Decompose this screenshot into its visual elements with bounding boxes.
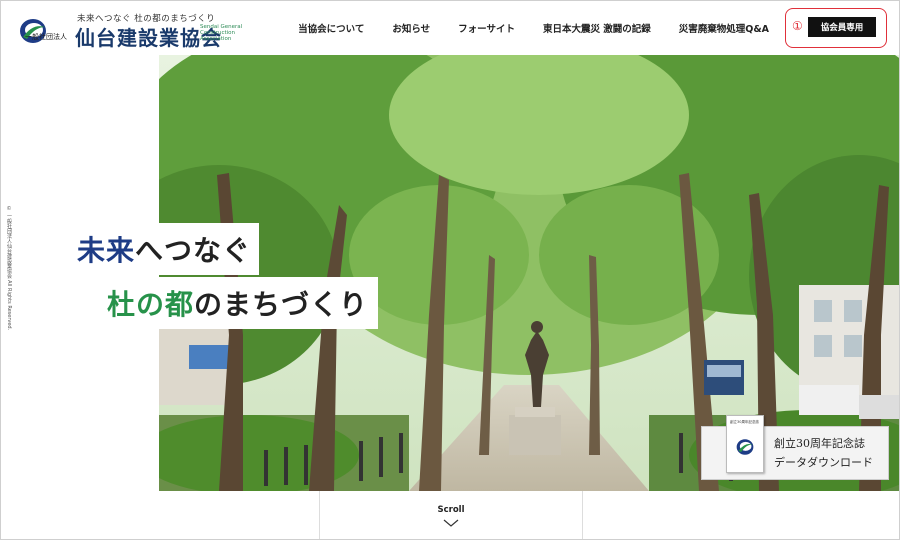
anniversary-book-cover: 創立30周年記念誌 (726, 415, 764, 473)
scroll-indicator[interactable]: Scroll (319, 491, 583, 539)
book-logo-icon (736, 439, 754, 455)
catch-line1-highlight: 未来 (77, 234, 136, 267)
member-highlight-box: ① 協会員専用 (785, 8, 887, 48)
anniversary-download-banner[interactable]: 創立30周年記念誌 創立30周年記念誌 データダウンロード (701, 415, 889, 480)
nav-about[interactable]: 当協会について (298, 21, 364, 35)
site-logo[interactable]: 一般社団法人 未来へつなぐ 杜の都のまちづくり 仙台建設業協会 Sendai G… (19, 11, 242, 50)
logo-english-name: Sendai General Construction Association (200, 24, 243, 42)
hero-catch-line1: 未来へつなぐ (69, 223, 260, 275)
page-frame: 一般社団法人 未来へつなぐ 杜の都のまちづくり 仙台建設業協会 Sendai G… (0, 0, 900, 540)
member-only-button[interactable]: 協会員専用 (808, 17, 876, 37)
nav-earthquake-record[interactable]: 東日本大震災 激闘の記録 (543, 21, 651, 35)
scroll-label: Scroll (437, 505, 465, 515)
hero-catch-line2: 杜の都のまちづくり (99, 277, 379, 329)
copyright-text: © 一般社団法人仙台建設業協会 All Rights Reserved. (6, 206, 12, 331)
main-nav: 当協会について お知らせ フォーサイト 東日本大震災 激闘の記録 災害廃棄物処理… (270, 1, 899, 55)
banner-title: 創立30周年記念誌 (774, 437, 865, 450)
catch-line2-highlight: 杜の都 (107, 288, 195, 321)
logo-org-type: 一般社団法人 (25, 33, 67, 41)
site-header: 一般社団法人 未来へつなぐ 杜の都のまちづくり 仙台建設業協会 Sendai G… (1, 1, 899, 55)
nav-disaster-waste-qa[interactable]: 災害廃棄物処理Q&A (679, 21, 769, 35)
banner-subtitle: データダウンロード (774, 456, 873, 469)
book-cover-title: 創立30周年記念誌 (730, 420, 759, 424)
chevron-down-icon (443, 519, 459, 527)
nav-news[interactable]: お知らせ (392, 21, 430, 35)
catch-line1-rest: へつなぐ (135, 234, 252, 267)
nav-foresight[interactable]: フォーサイト (458, 21, 515, 35)
catch-line2-rest: のまちづくり (194, 288, 369, 321)
member-marker: ① (792, 19, 803, 33)
copyright-vertical: © 一般社団法人仙台建設業協会 All Rights Reserved. (6, 206, 20, 336)
